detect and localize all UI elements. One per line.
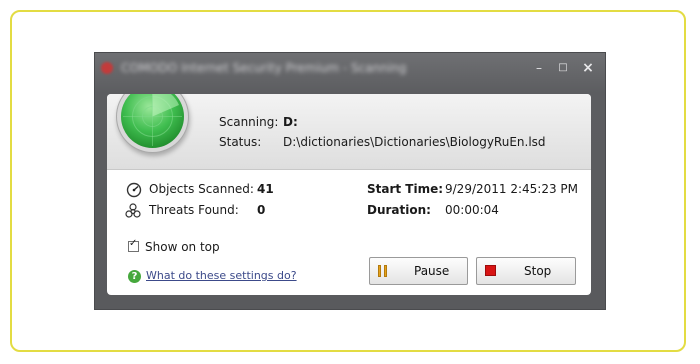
biohazard-icon xyxy=(125,203,141,219)
pause-button[interactable]: Pause xyxy=(369,257,468,285)
minimize-button[interactable]: – xyxy=(531,60,547,76)
scanning-label: Scanning: xyxy=(219,115,279,129)
stop-button-label: Stop xyxy=(524,264,552,278)
threats-found-value: 0 xyxy=(257,203,266,217)
show-on-top-label[interactable]: Show on top xyxy=(145,240,220,254)
title-bar[interactable]: COMODO Internet Security Premium - Scann… xyxy=(95,53,605,85)
duration-value: 00:00:04 xyxy=(445,203,499,217)
stop-icon xyxy=(485,265,496,276)
start-time-label: Start Time: xyxy=(367,182,444,196)
scan-header xyxy=(107,94,591,170)
status-label: Status: xyxy=(219,135,262,149)
objects-scanned-value: 41 xyxy=(257,182,274,196)
pause-button-label: Pause xyxy=(414,264,450,278)
help-icon[interactable]: ? xyxy=(128,270,141,283)
window-title: COMODO Internet Security Premium - Scann… xyxy=(121,61,407,75)
show-on-top-checkbox[interactable] xyxy=(128,238,139,252)
gauge-icon xyxy=(126,182,142,198)
radar-scanner-icon xyxy=(121,94,184,148)
app-logo-icon xyxy=(101,62,113,74)
settings-help-link[interactable]: What do these settings do? xyxy=(146,269,297,282)
stop-button[interactable]: Stop xyxy=(476,257,576,285)
close-button[interactable]: × xyxy=(580,60,596,76)
threats-found-label: Threats Found: xyxy=(149,203,239,217)
scanning-value: D: xyxy=(283,115,298,129)
pause-icon xyxy=(378,265,388,277)
maximize-button[interactable]: □ xyxy=(555,60,571,76)
status-value: D:\dictionaries\Dictionaries\BiologyRuEn… xyxy=(283,135,546,149)
start-time-value: 9/29/2011 2:45:23 PM xyxy=(445,182,579,196)
duration-label: Duration: xyxy=(367,203,431,217)
objects-scanned-label: Objects Scanned: xyxy=(149,182,254,196)
